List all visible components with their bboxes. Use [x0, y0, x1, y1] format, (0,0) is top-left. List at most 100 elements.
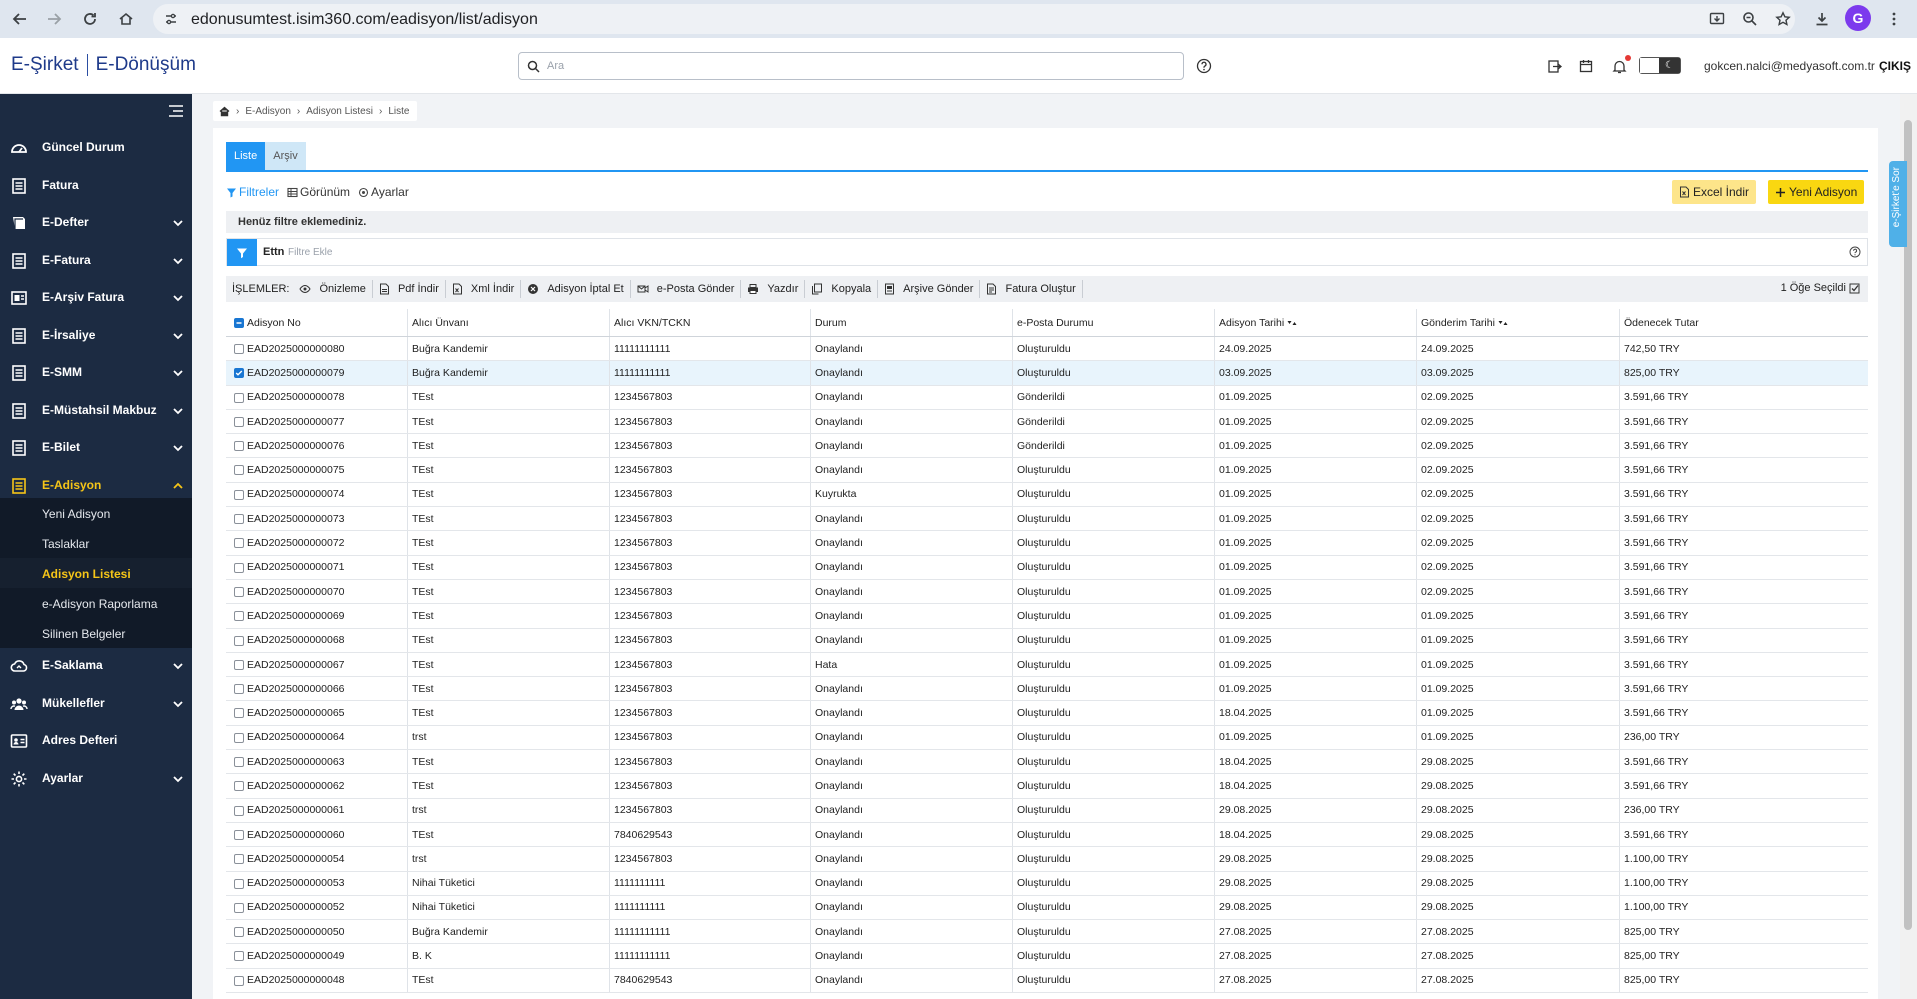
sidebar-item-ayarlar[interactable]: Ayarlar — [0, 760, 192, 797]
table-row[interactable]: EAD2025000000061 trst 1234567803 Onaylandı O… — [226, 798, 1868, 823]
operation-e-posta-gonder-button[interactable]: e-Posta Gönder — [637, 280, 742, 298]
reload-icon[interactable] — [76, 5, 104, 33]
download-icon[interactable] — [1808, 5, 1836, 33]
table-row[interactable]: EAD2025000000052 Nihai Tüketici 1111111111… — [226, 895, 1868, 921]
view-button[interactable]: Görünüm — [287, 185, 350, 199]
sort-icon[interactable] — [1498, 319, 1508, 327]
tab-liste[interactable]: Liste — [226, 142, 266, 170]
url-text[interactable]: edonusumtest.isim360.com/eadisyon/list/a… — [191, 11, 538, 29]
table-row[interactable]: EAD2025000000079 Buğra Kandemir 1111111111… — [226, 361, 1868, 386]
filter-help-icon[interactable] — [1849, 246, 1861, 258]
table-row[interactable]: EAD2025000000075 TEst 1234567803 Onaylandı O… — [226, 458, 1868, 483]
install-app-icon[interactable] — [1706, 8, 1728, 30]
address-bar[interactable]: edonusumtest.isim360.com/eadisyon/list/a… — [153, 4, 1795, 34]
filter-apply-button[interactable] — [227, 239, 257, 266]
sidebar-item-guncel-durum[interactable]: Güncel Durum — [0, 129, 192, 166]
home-breadcrumb-icon[interactable] — [219, 106, 230, 117]
operation-pdf-indir-button[interactable]: Pdf İndir — [379, 280, 446, 298]
table-row[interactable]: EAD2025000000071 TEst 1234567803 Onaylandı O… — [226, 555, 1868, 580]
sidebar-subitem-silinen-belgeler[interactable]: Silinen Belgeler — [0, 618, 192, 648]
sort-icon[interactable] — [1287, 319, 1297, 327]
filter-add-input[interactable] — [286, 244, 586, 261]
operation-kopyala-button[interactable]: Kopyala — [811, 280, 879, 298]
operation-fatura-olustur-button[interactable]: Fatura Oluştur — [986, 280, 1083, 298]
logout-link[interactable]: ÇIKIŞ — [1879, 59, 1911, 73]
filters-button[interactable]: Filtreler — [226, 185, 279, 199]
operation-yazdir-button[interactable]: Yazdır — [747, 280, 806, 298]
column-header-adisyon-tarihi[interactable]: Adisyon Tarihi — [1214, 309, 1416, 336]
new-adisyon-button[interactable]: Yeni Adisyon — [1768, 180, 1865, 204]
sidebar-item-e-smm[interactable]: E-SMM — [0, 354, 192, 391]
sidebar-item-e-bilet[interactable]: E-Bilet — [0, 429, 192, 466]
forward-icon[interactable] — [40, 5, 68, 33]
sidebar-item-e-fatura[interactable]: E-Fatura — [0, 242, 192, 279]
sidebar-item-e-defter[interactable]: E-Defter — [0, 204, 192, 241]
table-row[interactable]: EAD2025000000049 B. K 11111111111 Onaylandı… — [226, 944, 1868, 969]
sidebar-collapse-icon[interactable] — [168, 104, 184, 118]
table-row[interactable]: EAD2025000000077 TEst 1234567803 Onaylandı G… — [226, 409, 1868, 435]
sidebar-item-e-mustahsil-makbuz[interactable]: E-Müstahsil Makbuz — [0, 392, 192, 429]
sidebar-item-fatura[interactable]: Fatura — [0, 167, 192, 204]
help-icon[interactable] — [1195, 57, 1213, 75]
user-email[interactable]: gokcen.nalci@medyasoft.com.tr — [1704, 59, 1875, 73]
search-input[interactable] — [545, 56, 1165, 76]
column-header-alici-vkn-tckn[interactable]: Alıcı VKN/TCKN — [609, 309, 810, 336]
table-row[interactable]: EAD2025000000073 TEst 1234567803 Onaylandı O… — [226, 507, 1868, 532]
exit-app-icon[interactable] — [1545, 57, 1563, 75]
table-row[interactable]: EAD2025000000078 TEst 1234567803 Onaylandı G… — [226, 385, 1868, 410]
calendar-icon[interactable] — [1577, 57, 1595, 75]
sidebar-item-e-saklama[interactable]: E-Saklama — [0, 647, 192, 684]
sidebar-subitem-taslaklar[interactable]: Taslaklar — [0, 528, 192, 558]
brand-logo[interactable]: E-Şirket E-Dönüşüm — [11, 54, 196, 76]
sidebar-item-e-irsaliye[interactable]: E-İrsaliye — [0, 317, 192, 354]
table-row[interactable]: EAD2025000000068 TEst 1234567803 Onaylandı O… — [226, 628, 1868, 653]
table-row[interactable]: EAD2025000000050 Buğra Kandemir 1111111111… — [226, 920, 1868, 945]
home-icon[interactable] — [112, 5, 140, 33]
table-row[interactable]: EAD2025000000062 TEst 1234567803 Onaylandı O… — [226, 774, 1868, 799]
table-row[interactable]: EAD2025000000048 TEst 7840629543 Onaylandı O… — [226, 968, 1868, 994]
column-header-adisyon-no[interactable]: Adisyon No — [243, 309, 407, 336]
table-row[interactable]: EAD2025000000067 TEst 1234567803 Hata Oluştu… — [226, 652, 1868, 678]
sidebar-item-adres-defteri[interactable]: Adres Defteri — [0, 722, 192, 759]
excel-download-button[interactable]: Excel İndir — [1672, 180, 1757, 204]
table-row[interactable]: EAD2025000000080 Buğra Kandemir 1111111111… — [226, 337, 1868, 362]
table-row[interactable]: EAD2025000000074 TEst 1234567803 Kuyrukta Ol… — [226, 482, 1868, 508]
table-row[interactable]: EAD2025000000070 TEst 1234567803 Onaylandı O… — [226, 579, 1868, 605]
theme-toggle[interactable]: ☾ — [1639, 57, 1681, 74]
table-row[interactable]: EAD2025000000066 TEst 1234567803 Onaylandı O… — [226, 677, 1868, 702]
column-header-odenecek-tutar[interactable]: Ödenecek Tutar — [1619, 309, 1868, 336]
sidebar-item-e-arsiv-fatura[interactable]: E-Arşiv Fatura — [0, 279, 192, 316]
operation-xml-indir-button[interactable]: Xml İndir — [452, 280, 522, 298]
table-row[interactable]: EAD2025000000069 TEst 1234567803 Onaylandı O… — [226, 604, 1868, 629]
tab-arsiv[interactable]: Arşiv — [265, 142, 306, 170]
browser-menu-icon[interactable] — [1880, 5, 1908, 33]
column-header-alici-unvani[interactable]: Alıcı Ünvanı — [407, 309, 609, 336]
bookmark-star-icon[interactable] — [1772, 8, 1794, 30]
ask-eshirket-tab[interactable]: e-Şirket'e Sor — [1889, 161, 1907, 247]
table-row[interactable]: EAD2025000000072 TEst 1234567803 Onaylandı O… — [226, 531, 1868, 556]
sidebar-subitem-e-adisyon-raporlama[interactable]: e-Adisyon Raporlama — [0, 588, 192, 618]
settings-button[interactable]: Ayarlar — [358, 185, 409, 199]
table-row[interactable]: EAD2025000000065 TEst 1234567803 Onaylandı O… — [226, 701, 1868, 726]
table-row[interactable]: EAD2025000000060 TEst 7840629543 Onaylandı O… — [226, 822, 1868, 848]
sidebar-item-mukellefler[interactable]: Mükellefler — [0, 685, 192, 722]
column-header-e-posta-durumu[interactable]: e-Posta Durumu — [1012, 309, 1214, 336]
zoom-icon[interactable] — [1739, 8, 1761, 30]
table-row[interactable]: EAD2025000000063 TEst 1234567803 Onaylandı O… — [226, 750, 1868, 775]
column-header-durum[interactable]: Durum — [810, 309, 1012, 336]
column-header-gonderim-tarihi[interactable]: Gönderim Tarihi — [1416, 309, 1619, 336]
selection-check-icon[interactable] — [1849, 283, 1860, 294]
operation-arsive-gonder-button[interactable]: Arşive Gönder — [884, 280, 981, 298]
table-row[interactable]: EAD2025000000064 trst 1234567803 Onaylandı O… — [226, 725, 1868, 751]
operation-adisyon-iptal-et-button[interactable]: Adisyon İptal Et — [527, 280, 631, 298]
breadcrumb-item[interactable]: Adisyon Listesi — [306, 106, 373, 117]
site-info-icon[interactable] — [164, 12, 178, 26]
table-row[interactable]: EAD2025000000053 Nihai Tüketici 1111111111… — [226, 871, 1868, 896]
global-search[interactable] — [518, 52, 1184, 80]
table-row[interactable]: EAD2025000000054 trst 1234567803 Onaylandı O… — [226, 847, 1868, 872]
breadcrumb-item[interactable]: E-Adisyon — [245, 106, 291, 117]
operation-onizleme-button[interactable]: Önizleme — [299, 280, 373, 298]
profile-avatar[interactable]: G — [1845, 5, 1871, 31]
back-icon[interactable] — [6, 5, 34, 33]
table-row[interactable]: EAD2025000000076 TEst 1234567803 Onaylandı G… — [226, 434, 1868, 459]
